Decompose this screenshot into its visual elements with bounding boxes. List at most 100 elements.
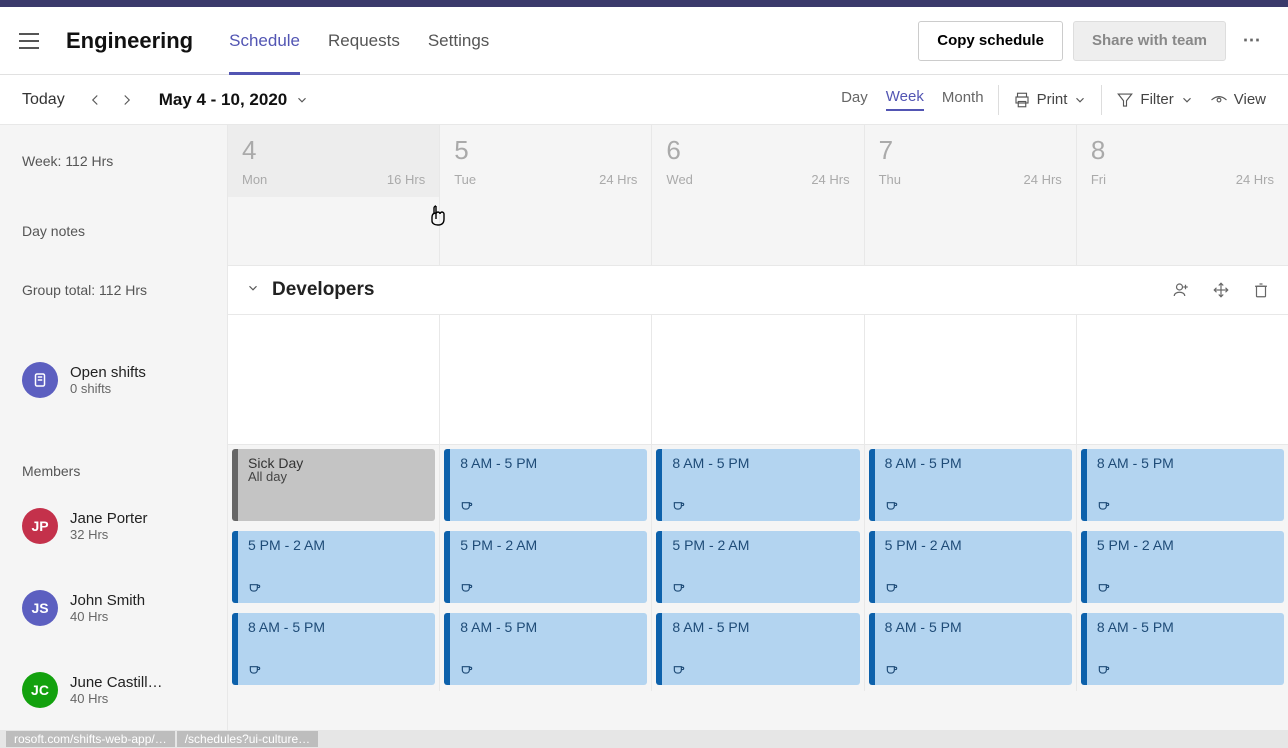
tab-settings[interactable]: Settings: [428, 7, 489, 74]
hamburger-menu-icon[interactable]: [16, 28, 42, 54]
day-header[interactable]: 4 Mon 16 Hrs: [228, 125, 440, 197]
day-number: 7: [879, 135, 1062, 166]
member-row[interactable]: JC June Castill… 40 Hrs: [0, 649, 227, 731]
shift-block[interactable]: 8 AM - 5 PM: [444, 613, 647, 685]
delete-group-icon[interactable]: [1252, 281, 1270, 299]
day-header[interactable]: 7 Thu 24 Hrs: [865, 125, 1077, 197]
shift-block[interactable]: 8 AM - 5 PM: [1081, 613, 1284, 685]
shift-block[interactable]: 8 AM - 5 PM: [869, 449, 1072, 521]
day-hours: 24 Hrs: [599, 172, 637, 187]
filter-button[interactable]: Filter: [1116, 91, 1193, 109]
day-note-cell[interactable]: [652, 197, 864, 265]
view-week[interactable]: Week: [886, 88, 924, 111]
shift-row: Sick Day All day 8 AM - 5 PM 8 AM - 5 PM…: [228, 445, 1288, 527]
member-name: June Castill…: [70, 674, 200, 691]
shift-block[interactable]: 5 PM - 2 AM: [444, 531, 647, 603]
shift-cell[interactable]: 8 AM - 5 PM: [652, 445, 864, 527]
shift-block[interactable]: 5 PM - 2 AM: [1081, 531, 1284, 603]
day-headers: 4 Mon 16 Hrs 5 Tue 24 Hrs 6 Wed 24 Hrs 7…: [228, 125, 1288, 197]
shift-cell[interactable]: 8 AM - 5 PM: [865, 609, 1077, 691]
day-header[interactable]: 6 Wed 24 Hrs: [652, 125, 864, 197]
shift-block[interactable]: 8 AM - 5 PM: [1081, 449, 1284, 521]
shift-block[interactable]: 8 AM - 5 PM: [656, 613, 859, 685]
shift-time: 8 AM - 5 PM: [248, 619, 425, 635]
filter-icon: [1116, 91, 1134, 109]
day-number: 4: [242, 135, 425, 166]
shift-block[interactable]: 5 PM - 2 AM: [869, 531, 1072, 603]
day-hours: 16 Hrs: [387, 172, 425, 187]
tab-requests[interactable]: Requests: [328, 7, 400, 74]
view-month[interactable]: Month: [942, 89, 984, 110]
shift-cell[interactable]: 5 PM - 2 AM: [652, 527, 864, 609]
day-note-cell[interactable]: [865, 197, 1077, 265]
shift-time: 8 AM - 5 PM: [1097, 619, 1274, 635]
shift-cell[interactable]: 8 AM - 5 PM: [228, 609, 440, 691]
member-hours: 40 Hrs: [70, 609, 200, 624]
share-with-team-button[interactable]: Share with team: [1073, 21, 1226, 61]
shift-block[interactable]: 8 AM - 5 PM: [232, 613, 435, 685]
open-shift-cell[interactable]: [228, 315, 440, 444]
tab-schedule[interactable]: Schedule: [229, 7, 300, 74]
open-shift-cell[interactable]: [865, 315, 1077, 444]
open-shift-cell[interactable]: [440, 315, 652, 444]
avatar: JS: [22, 590, 58, 626]
add-user-icon[interactable]: [1172, 281, 1190, 299]
shift-time: 8 AM - 5 PM: [885, 619, 1062, 635]
member-row[interactable]: JS John Smith 40 Hrs: [0, 567, 227, 649]
shift-cell[interactable]: 5 PM - 2 AM: [440, 527, 652, 609]
member-hours: 40 Hrs: [70, 691, 200, 706]
shift-time: 5 PM - 2 AM: [885, 537, 1062, 553]
shift-time: 8 AM - 5 PM: [460, 455, 637, 471]
day-note-cell[interactable]: [1077, 197, 1288, 265]
shift-cell[interactable]: 5 PM - 2 AM: [865, 527, 1077, 609]
status-bar: rosoft.com/shifts-web-app/… /schedules?u…: [0, 730, 1288, 748]
shift-time: 8 AM - 5 PM: [672, 619, 849, 635]
copy-schedule-button[interactable]: Copy schedule: [918, 21, 1063, 61]
open-shift-cell[interactable]: [652, 315, 864, 444]
shift-cell[interactable]: 8 AM - 5 PM: [652, 609, 864, 691]
shift-cell[interactable]: 8 AM - 5 PM: [440, 445, 652, 527]
next-week-button[interactable]: [115, 88, 139, 112]
shift-cell[interactable]: 5 PM - 2 AM: [1077, 527, 1288, 609]
view-day[interactable]: Day: [841, 89, 868, 110]
shift-block[interactable]: Sick Day All day: [232, 449, 435, 521]
collapse-group-icon[interactable]: [246, 281, 260, 300]
date-range-picker[interactable]: May 4 - 10, 2020: [159, 90, 310, 110]
shift-time: 8 AM - 5 PM: [1097, 455, 1274, 471]
print-button[interactable]: Print: [1013, 91, 1088, 109]
shift-cell[interactable]: 8 AM - 5 PM: [1077, 445, 1288, 527]
shift-cell[interactable]: 5 PM - 2 AM: [228, 527, 440, 609]
shift-cell[interactable]: 8 AM - 5 PM: [1077, 609, 1288, 691]
day-header[interactable]: 5 Tue 24 Hrs: [440, 125, 652, 197]
prev-week-button[interactable]: [83, 88, 107, 112]
day-note-cell[interactable]: [228, 197, 440, 265]
shift-block[interactable]: 8 AM - 5 PM: [869, 613, 1072, 685]
break-icon: [885, 498, 899, 512]
break-icon: [672, 498, 686, 512]
break-icon: [460, 662, 474, 676]
move-group-icon[interactable]: [1212, 281, 1230, 299]
day-hours: 24 Hrs: [811, 172, 849, 187]
week-total-label: Week: 112 Hrs: [0, 125, 227, 197]
day-header[interactable]: 8 Fri 24 Hrs: [1077, 125, 1288, 197]
shift-block[interactable]: 8 AM - 5 PM: [444, 449, 647, 521]
member-row[interactable]: JP Jane Porter 32 Hrs: [0, 485, 227, 567]
day-of-week: Thu: [879, 172, 901, 187]
shift-cell[interactable]: 8 AM - 5 PM: [865, 445, 1077, 527]
open-shifts-row[interactable]: Open shifts 0 shifts: [0, 315, 227, 445]
today-button[interactable]: Today: [22, 91, 65, 109]
more-options-button[interactable]: ⋯: [1232, 21, 1272, 61]
shift-cell[interactable]: Sick Day All day: [228, 445, 440, 527]
shift-block[interactable]: 5 PM - 2 AM: [656, 531, 859, 603]
shift-cell[interactable]: 8 AM - 5 PM: [440, 609, 652, 691]
open-shift-cell[interactable]: [1077, 315, 1288, 444]
member-hours: 32 Hrs: [70, 527, 200, 542]
day-note-cell[interactable]: [440, 197, 652, 265]
view-options-button[interactable]: View: [1210, 91, 1266, 109]
break-icon: [885, 662, 899, 676]
shift-block[interactable]: 5 PM - 2 AM: [232, 531, 435, 603]
break-icon: [460, 498, 474, 512]
shift-block[interactable]: 8 AM - 5 PM: [656, 449, 859, 521]
day-hours: 24 Hrs: [1236, 172, 1274, 187]
day-number: 6: [666, 135, 849, 166]
